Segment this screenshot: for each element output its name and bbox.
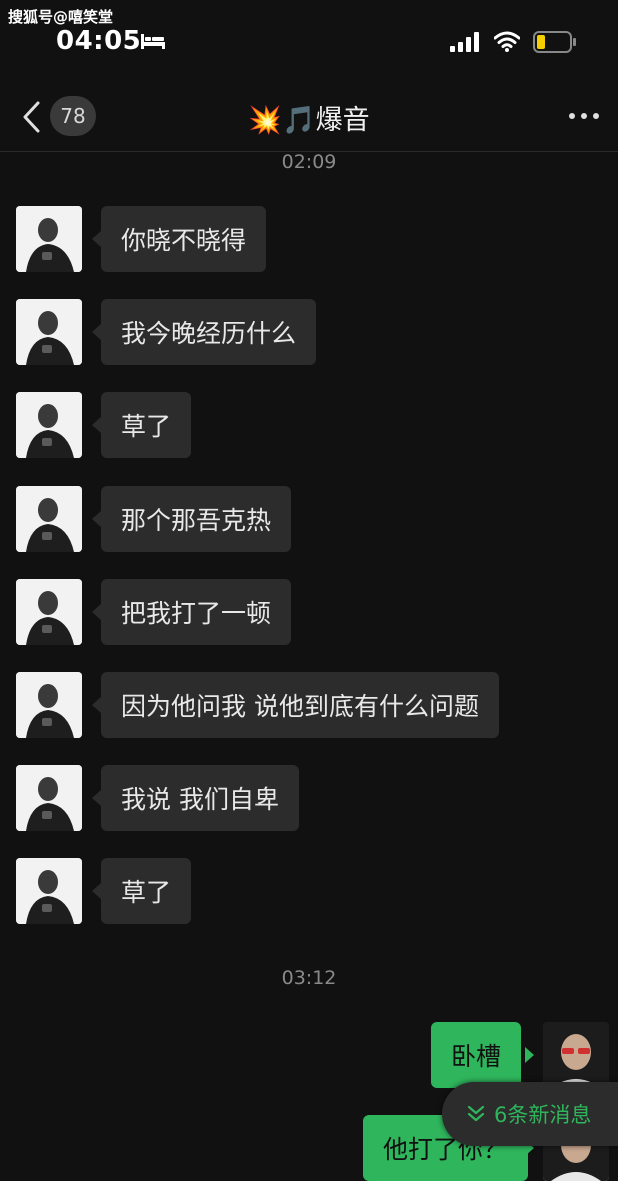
avatar-contact-image <box>16 486 82 552</box>
message-bubble-incoming[interactable]: 我今晚经历什么 <box>101 299 317 365</box>
bubble-tail <box>92 511 101 527</box>
avatar-contact[interactable] <box>16 579 82 645</box>
bubble-tail <box>92 790 101 806</box>
avatar-contact-image <box>16 579 82 645</box>
bubble-tail <box>92 417 101 433</box>
avatar-contact[interactable] <box>16 672 82 738</box>
avatar-contact[interactable] <box>16 765 82 831</box>
timestamp: 03:12 <box>281 967 337 989</box>
avatar-contact-image <box>16 299 82 365</box>
message-bubble-incoming[interactable]: 我说 我们自卑 <box>101 765 299 831</box>
bed-icon <box>141 34 165 49</box>
avatar-contact-image <box>16 858 82 924</box>
bubble-tail <box>92 604 101 620</box>
bubble-tail <box>92 231 101 247</box>
signal-icon <box>450 32 479 52</box>
wifi-icon <box>494 31 520 52</box>
message-bubble-incoming[interactable]: 那个那吾克热 <box>101 486 292 552</box>
avatar-contact-image <box>16 206 82 272</box>
new-messages-label: 6条新消息 <box>494 1103 592 1127</box>
avatar-contact[interactable] <box>16 206 82 272</box>
status-time: 04:05 <box>56 26 142 56</box>
avatar-self-image <box>543 1022 609 1088</box>
avatar-contact[interactable] <box>16 486 82 552</box>
avatar-contact-image <box>16 392 82 458</box>
new-messages-button[interactable]: 6条新消息 <box>442 1082 618 1146</box>
avatar-contact[interactable] <box>16 858 82 924</box>
message-bubble-incoming[interactable]: 你晓不晓得 <box>101 206 267 272</box>
avatar-contact-image <box>16 765 82 831</box>
message-bubble-incoming[interactable]: 因为他问我 说他到底有什么问题 <box>101 672 499 738</box>
avatar-contact-image <box>16 672 82 738</box>
double-chevron-down-icon <box>467 1105 485 1122</box>
chat-title: 💥🎵爆音 <box>248 105 370 136</box>
bubble-tail <box>92 324 101 340</box>
more-options-icon[interactable] <box>566 104 602 128</box>
message-bubble-incoming[interactable]: 草了 <box>101 392 192 458</box>
watermark: 搜狐号@嘻笑堂 <box>8 8 114 26</box>
avatar-contact[interactable] <box>16 299 82 365</box>
timestamp: 02:09 <box>281 151 337 173</box>
message-bubble-outgoing[interactable]: 卧槽 <box>431 1022 522 1088</box>
avatar-self[interactable] <box>543 1022 609 1088</box>
bubble-tail <box>92 697 101 713</box>
message-bubble-incoming[interactable]: 把我打了一顿 <box>101 579 292 645</box>
bubble-tail <box>92 883 101 899</box>
battery-icon <box>533 31 576 53</box>
bubble-tail <box>525 1047 534 1063</box>
message-bubble-incoming[interactable]: 草了 <box>101 858 192 924</box>
avatar-contact[interactable] <box>16 392 82 458</box>
